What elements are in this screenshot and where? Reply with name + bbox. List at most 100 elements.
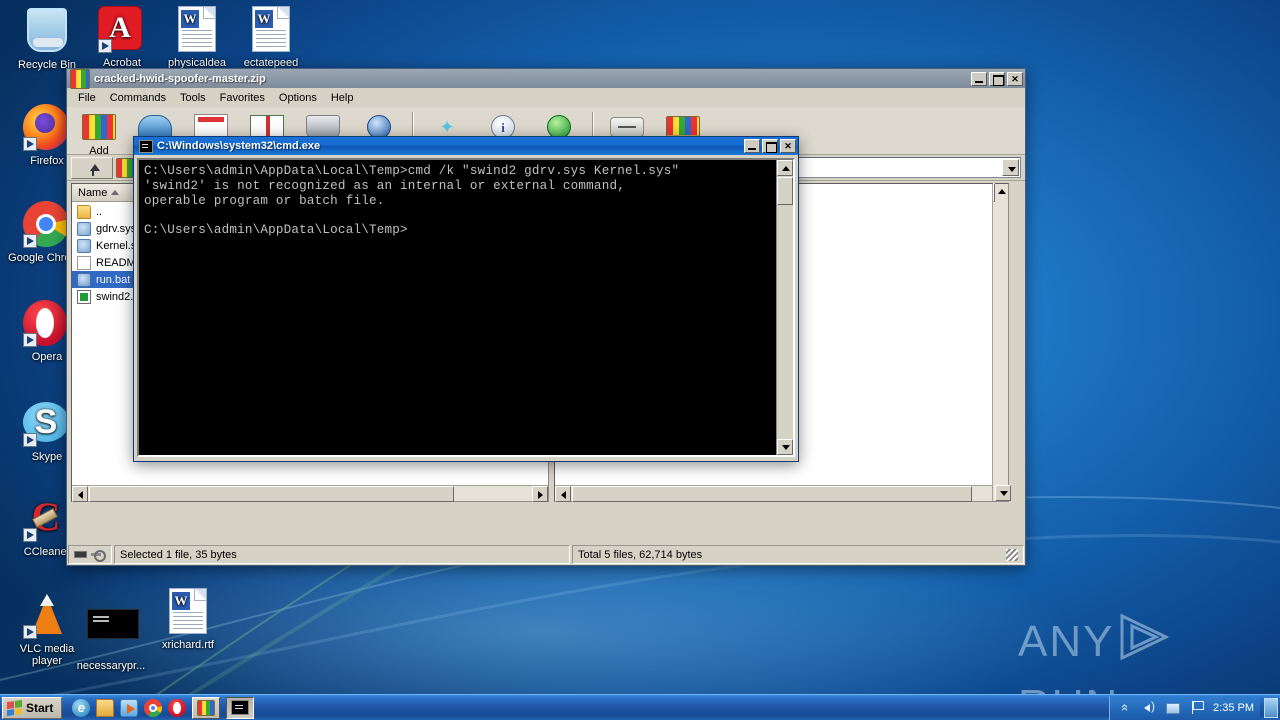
chevron-down-icon[interactable] (1002, 159, 1019, 176)
toolbar-button-add[interactable]: Add (71, 109, 127, 157)
cmd-console-area[interactable]: C:\Users\admin\AppData\Local\Temp>cmd /k… (137, 158, 795, 457)
volume-icon[interactable] (1142, 699, 1157, 715)
resize-grip-icon[interactable] (1006, 548, 1018, 561)
comment-scroll-left-button[interactable] (555, 486, 571, 502)
recycle-bin-icon (23, 8, 71, 56)
file-list-hscrollbar[interactable] (72, 485, 548, 502)
desktop-icon-acrobat[interactable]: Acrobat (83, 6, 161, 69)
menu-item-tools[interactable]: Tools (173, 91, 213, 105)
clock[interactable]: 2:35 PM (1213, 702, 1254, 714)
show-desktop-button[interactable] (1264, 697, 1278, 718)
toolbar-button-label: Add (89, 145, 109, 157)
desktop-icon-label: necessarypr... (76, 660, 146, 672)
cmd-window-controls[interactable]: ✕ (744, 139, 796, 153)
winrar-app-icon (70, 68, 90, 89)
shortcut-overlay-icon (98, 39, 112, 53)
windows-logo-icon (7, 699, 22, 716)
action-center-flag-icon[interactable] (1189, 700, 1205, 715)
skype-icon (23, 400, 71, 448)
cmd-scroll-thumb[interactable] (777, 177, 793, 205)
shortcut-overlay-icon (23, 625, 37, 639)
taskbar-button-winrar[interactable] (192, 696, 221, 719)
taskbar[interactable]: Start 2:35 PM (0, 694, 1280, 720)
comment-hscroll-thumb[interactable] (572, 486, 972, 502)
winrar-statusbar: Selected 1 file, 35 bytes Total 5 files,… (68, 545, 1024, 564)
key-icon (91, 550, 106, 562)
taskbar-button-cmd[interactable] (226, 696, 255, 719)
console-file-icon (87, 609, 139, 657)
opera-icon[interactable] (168, 698, 187, 717)
cmd-scroll-down-button[interactable] (777, 439, 793, 455)
network-icon[interactable] (1166, 703, 1181, 714)
menu-item-commands[interactable]: Commands (103, 91, 173, 105)
desktop-icon-physicaldea[interactable]: Wphysicaldea (158, 6, 236, 69)
desktop-icon-necessarypr[interactable]: necessarypr... (72, 600, 150, 672)
desktop-icon-xrichard-rtf[interactable]: Wxrichard.rtf (149, 588, 227, 651)
menu-item-help[interactable]: Help (324, 91, 361, 105)
hscroll-thumb[interactable] (89, 486, 454, 502)
cmd-maximize-button[interactable] (762, 139, 778, 153)
sort-ascending-icon (111, 190, 120, 195)
cmd-vscrollbar[interactable] (776, 160, 793, 455)
winrar-window-controls[interactable]: ✕ (971, 71, 1023, 86)
menu-item-favorites[interactable]: Favorites (213, 91, 272, 105)
desktop-icon-recycle-bin[interactable]: Recycle Bin (8, 6, 86, 71)
anyrun-left-text: ANY (1018, 617, 1115, 667)
menu-item-file[interactable]: File (71, 91, 103, 105)
quick-launch-bar[interactable] (72, 698, 187, 717)
cmd-title-text: C:\Windows\system32\cmd.exe (157, 140, 321, 152)
winrar-minimize-button[interactable] (971, 71, 987, 86)
internet-explorer-icon[interactable] (72, 698, 91, 717)
firefox-icon (23, 104, 71, 152)
file-name: run.bat (96, 273, 131, 286)
winrar-icon (197, 699, 216, 716)
statusbar-icons (68, 545, 112, 564)
cmd-icon (231, 700, 250, 715)
start-button[interactable]: Start (2, 696, 63, 719)
windows-explorer-icon[interactable] (96, 698, 115, 717)
scroll-left-button[interactable] (72, 486, 88, 502)
chrome-icon[interactable] (144, 698, 163, 717)
statusbar-selection: Selected 1 file, 35 bytes (114, 545, 570, 564)
comment-vscrollbar[interactable] (992, 183, 1011, 501)
cmd-app-icon (139, 139, 153, 153)
scroll-down-button[interactable] (995, 485, 1011, 501)
text-file-icon (77, 255, 91, 270)
cmd-window[interactable]: C:\Windows\system32\cmd.exe ✕ C:\Users\a… (133, 136, 799, 462)
anyrun-watermark: ANYRUN (1018, 612, 1258, 720)
adobe-acrobat-icon (98, 6, 146, 54)
system-file-icon (77, 221, 91, 236)
winrar-close-button[interactable]: ✕ (1007, 71, 1023, 86)
winrar-title-text: cracked-hwid-spoofer-master.zip (94, 72, 266, 85)
desktop-icon-ectatepeed[interactable]: Wectatepeed (232, 6, 310, 69)
menu-item-options[interactable]: Options (272, 91, 324, 105)
column-name-label: Name (78, 186, 108, 199)
statusbar-total-text: Total 5 files, 62,714 bytes (578, 548, 703, 561)
file-name: .. (96, 205, 103, 218)
drive-icon (74, 551, 88, 558)
vlc-icon (23, 592, 71, 640)
scroll-up-button[interactable] (993, 183, 995, 202)
cmd-titlebar[interactable]: C:\Windows\system32\cmd.exe ✕ (134, 137, 798, 155)
folder-up-icon (77, 204, 91, 219)
cmd-close-button[interactable]: ✕ (780, 139, 796, 153)
word-document-icon: W (164, 588, 212, 636)
winrar-maximize-button[interactable] (989, 71, 1005, 86)
add-archive-icon (82, 114, 116, 144)
show-hidden-icons-icon[interactable] (1118, 700, 1133, 715)
cmd-minimize-button[interactable] (744, 139, 760, 153)
cmd-scroll-up-button[interactable] (777, 160, 793, 176)
statusbar-total: Total 5 files, 62,714 bytes (572, 545, 1024, 564)
winrar-menubar[interactable]: File Commands Tools Favorites Options Help (67, 88, 1025, 107)
system-tray[interactable]: 2:35 PM (1109, 695, 1260, 720)
shortcut-overlay-icon (23, 433, 37, 447)
shortcut-overlay-icon (23, 137, 37, 151)
shortcut-overlay-icon (23, 333, 37, 347)
winrar-titlebar[interactable]: cracked-hwid-spoofer-master.zip ✕ (67, 68, 1025, 89)
up-one-level-button[interactable] (71, 156, 113, 179)
opera-icon (23, 300, 71, 348)
comment-hscrollbar[interactable] (555, 485, 992, 502)
windows-media-player-icon[interactable] (120, 698, 139, 717)
start-button-label: Start (26, 700, 54, 715)
scroll-right-button[interactable] (532, 486, 548, 502)
